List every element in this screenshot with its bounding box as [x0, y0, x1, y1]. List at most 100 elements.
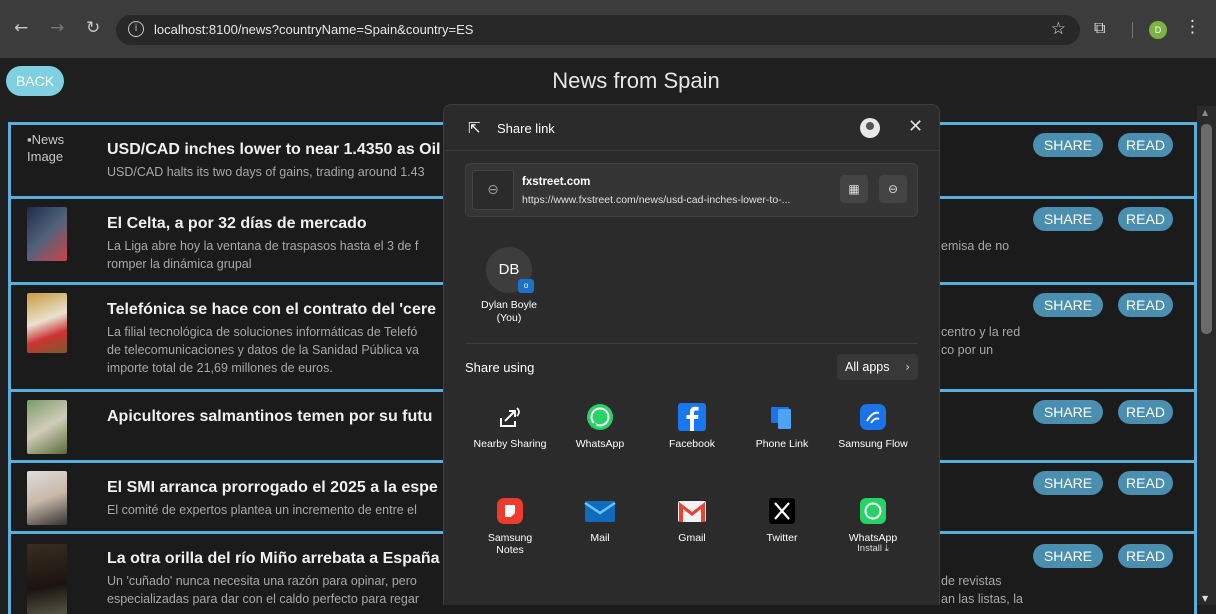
news-title: El SMI arranca prorrogado el 2025 a la e… [107, 479, 438, 496]
app-label: WhatsApp [575, 438, 625, 450]
whatsapp-icon [584, 401, 616, 433]
extensions-icon[interactable]: ⧉ [1094, 18, 1105, 38]
news-title: Telefónica se hace con el contrato del '… [107, 301, 436, 318]
share-button[interactable]: SHARE [1033, 133, 1103, 157]
read-button[interactable]: READ [1118, 133, 1173, 157]
contact-name: Dylan Boyle (You) [476, 299, 542, 325]
forward-arrow-icon[interactable]: → [50, 18, 64, 38]
chevron-right-icon: › [905, 360, 910, 374]
desc-line: centro y la red [941, 325, 1021, 339]
share-button[interactable]: SHARE [1033, 207, 1103, 231]
app-mail[interactable]: Mail [557, 495, 643, 544]
image-alt-text: News Image [27, 132, 65, 164]
news-description-right: de revistas an las listas, la [941, 572, 1023, 608]
desc-line: de telecomunicaciones y datos de la Sani… [107, 343, 420, 357]
app-whatsapp[interactable]: WhatsApp [557, 401, 643, 450]
app-samsung-flow[interactable]: Samsung Flow [830, 401, 916, 450]
share-link-icon: ⇱ [468, 119, 481, 137]
desc-line: Un 'cuñado' nunca necesita una razón par… [107, 574, 417, 588]
toolbar-divider [1132, 22, 1133, 38]
menu-kebab-icon[interactable]: ⋮ [1184, 17, 1201, 37]
share-dialog-title: Share link [497, 121, 555, 136]
browser-toolbar: ← → ↻ i localhost:8100/news?countryName=… [0, 0, 1216, 58]
samsung-flow-icon [857, 401, 889, 433]
app-label: Nearby Sharing [473, 438, 547, 450]
news-thumbnail [27, 544, 67, 614]
divider [465, 343, 918, 344]
profile-avatar[interactable]: D [1149, 21, 1167, 39]
desc-line: an las listas, la [941, 592, 1023, 606]
app-facebook[interactable]: Facebook [649, 401, 735, 450]
read-button[interactable]: READ [1118, 471, 1173, 495]
app-label: Twitter [766, 532, 798, 544]
desc-line: importe total de 21,69 millones de euros… [107, 361, 333, 375]
link-domain: fxstreet.com [522, 176, 591, 188]
news-title: USD/CAD inches lower to near 1.4350 as O… [107, 141, 441, 158]
close-icon[interactable]: ✕ [908, 116, 923, 137]
copy-link-button[interactable]: ⊖ [879, 175, 907, 203]
share-button[interactable]: SHARE [1033, 293, 1103, 317]
facebook-icon [676, 401, 708, 433]
app-label: Phone Link [755, 438, 809, 450]
read-button[interactable]: READ [1118, 293, 1173, 317]
scroll-down-icon[interactable]: ▼ [1202, 594, 1208, 603]
app-samsung-notes[interactable]: Samsung Notes [467, 495, 553, 556]
contact-name-line: Dylan Boyle [480, 299, 538, 311]
address-url[interactable]: localhost:8100/news?countryName=Spain&co… [154, 22, 473, 37]
contact-initials: DB [498, 261, 520, 278]
scrollbar-thumb[interactable] [1201, 124, 1212, 334]
news-description-right: emisa de no [941, 239, 1010, 253]
share-button[interactable]: SHARE [1033, 471, 1103, 495]
read-button[interactable]: READ [1118, 207, 1173, 231]
news-image-broken: ▪News Image [27, 131, 67, 185]
bookmark-star-icon[interactable]: ☆ [1051, 19, 1066, 39]
scroll-up-icon[interactable]: ▲ [1202, 108, 1208, 117]
news-thumbnail [27, 293, 67, 353]
account-icon[interactable] [860, 118, 880, 138]
link-preview-card: ⊖ fxstreet.com https://www.fxstreet.com/… [465, 163, 918, 217]
page-scrollbar[interactable]: ▲ ▼ [1197, 106, 1216, 605]
app-phone-link[interactable]: Phone Link [739, 401, 825, 450]
all-apps-label: All apps [845, 360, 890, 374]
app-nearby-sharing[interactable]: Nearby Sharing [467, 401, 553, 450]
nearby-sharing-icon [494, 401, 526, 433]
read-button[interactable]: READ [1118, 400, 1173, 424]
copy-link-icon: ⊖ [887, 182, 899, 196]
qr-code-button[interactable]: ▦ [840, 175, 868, 203]
share-dialog-header: ⇱ Share link ✕ [444, 105, 939, 151]
mail-icon [584, 495, 616, 527]
back-arrow-icon[interactable]: ← [14, 18, 28, 38]
app-label: Mail [590, 532, 610, 544]
qr-code-icon: ▦ [848, 182, 860, 196]
news-title: La otra orilla del río Miño arrebata a E… [107, 550, 440, 567]
share-button[interactable]: SHARE [1033, 400, 1103, 424]
all-apps-button[interactable]: All apps › [837, 354, 918, 380]
app-twitter[interactable]: Twitter [739, 495, 825, 544]
news-thumbnail [27, 400, 67, 454]
site-info-icon[interactable]: i [128, 21, 144, 37]
gmail-icon [676, 495, 708, 527]
news-title: Apicultores salmantinos temen por su fut… [107, 408, 433, 425]
desc-line: especializadas para dar con el caldo per… [107, 592, 419, 606]
app-label: Samsung Notes [487, 532, 533, 556]
share-using-label: Share using [465, 360, 535, 375]
reload-icon[interactable]: ↻ [86, 18, 100, 38]
desc-line: romper la dinámica grupal [107, 257, 252, 271]
share-button[interactable]: SHARE [1033, 544, 1103, 568]
address-bar[interactable]: i localhost:8100/news?countryName=Spain&… [116, 15, 1080, 45]
samsung-notes-icon [494, 495, 526, 527]
app-label: Facebook [668, 438, 716, 450]
install-label: Install ⤓ [857, 543, 889, 554]
desc-line: La Liga abre hoy la ventana de traspasos… [107, 239, 419, 253]
app-label: Gmail [678, 532, 706, 544]
share-dialog: ⇱ Share link ✕ ⊖ fxstreet.com https://ww… [443, 104, 940, 605]
news-thumbnail [27, 207, 67, 261]
link-icon: ⊖ [472, 170, 514, 210]
app-whatsapp-install[interactable]: WhatsApp Install ⤓ [830, 495, 916, 554]
desc-line: La filial tecnológica de soluciones info… [107, 325, 418, 339]
read-button[interactable]: READ [1118, 544, 1173, 568]
app-gmail[interactable]: Gmail [649, 495, 735, 544]
phone-link-icon [766, 401, 798, 433]
contact-dylan-boyle[interactable]: DB o Dylan Boyle (You) [476, 247, 542, 325]
contact-avatar: DB o [486, 247, 534, 293]
